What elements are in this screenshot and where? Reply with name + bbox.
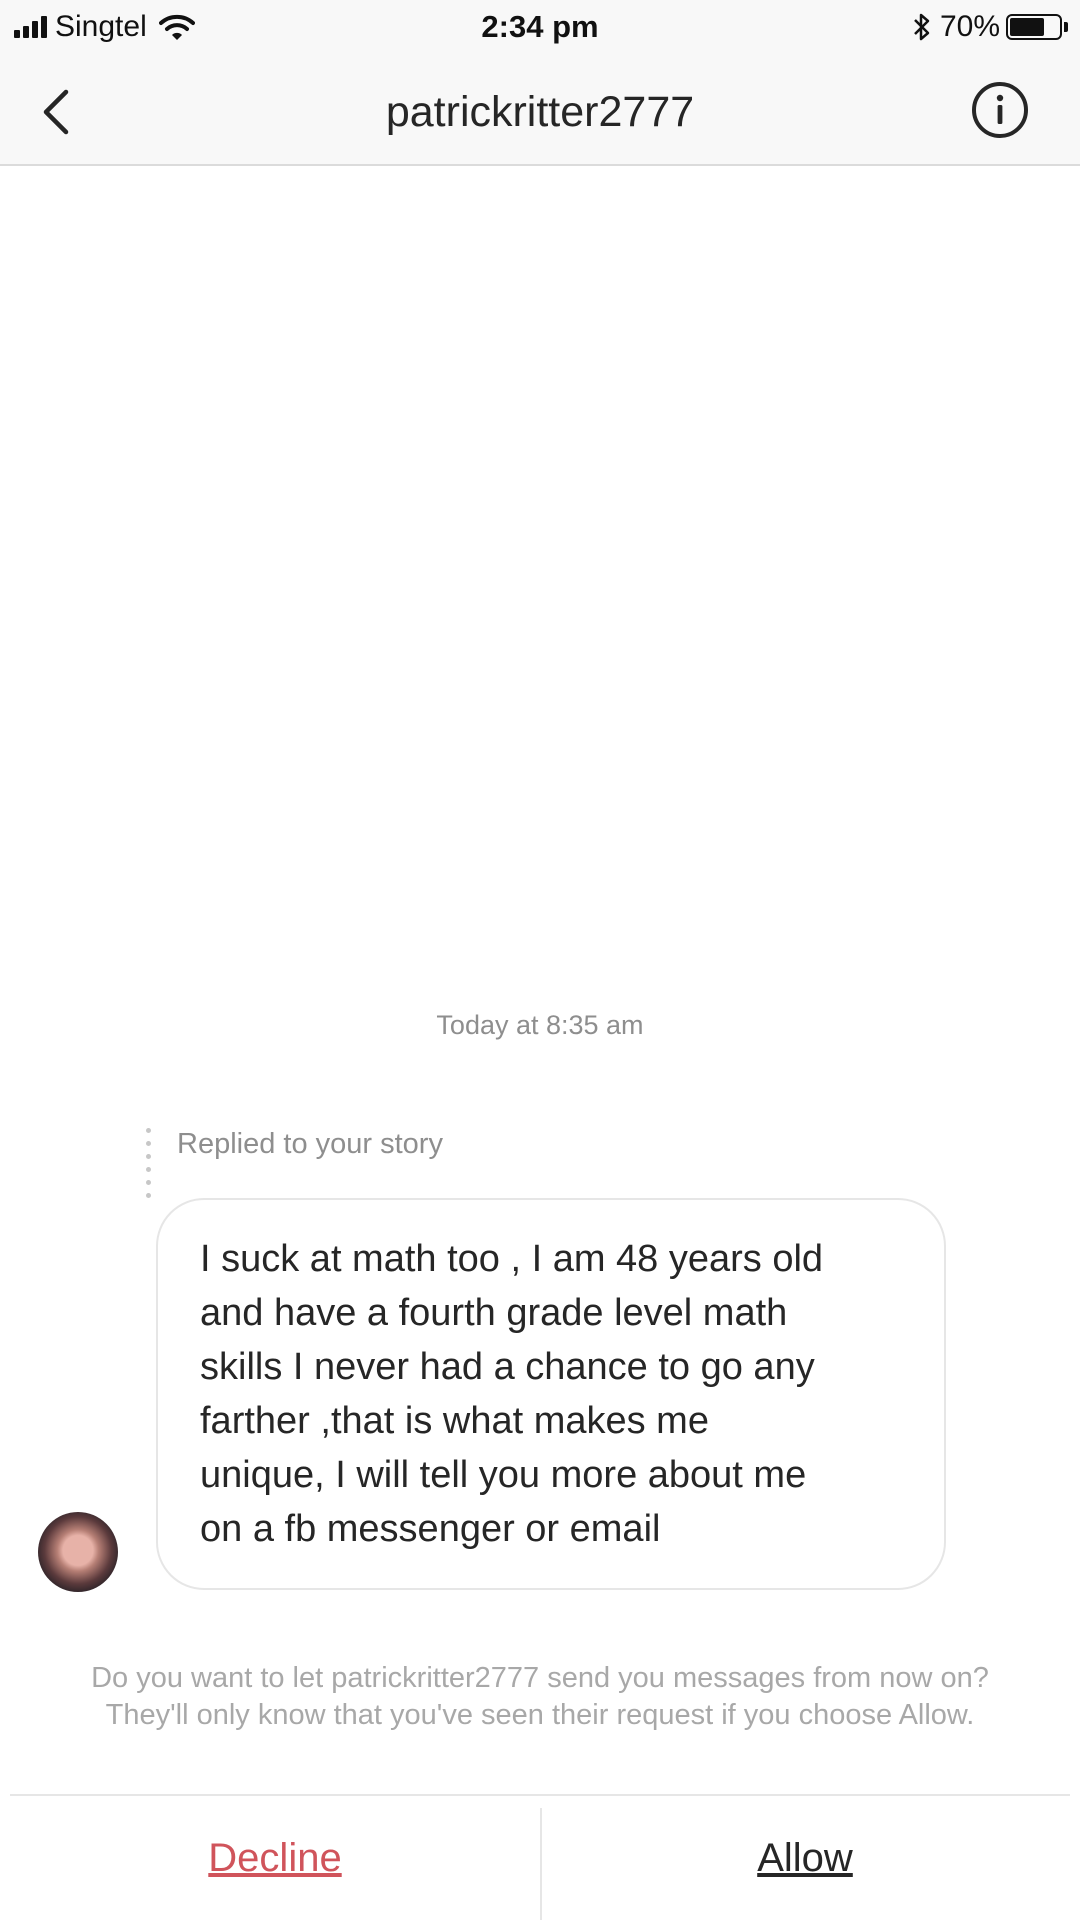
battery-level-fill <box>1010 18 1044 36</box>
message-text: I suck at math too , I am 48 years old a… <box>200 1232 904 1556</box>
prompt-line: Do you want to let patrickritter2777 sen… <box>91 1662 989 1694</box>
message-timestamp: Today at 8:35 am <box>436 1010 644 1040</box>
message-line: farther ,that is what makes me <box>200 1400 709 1442</box>
allow-button[interactable]: Allow <box>540 1796 1070 1920</box>
navigation-bar: patrickritter2777 <box>0 54 1080 166</box>
prompt-line: They'll only know that you've seen their… <box>105 1699 975 1731</box>
message-request-prompt: Do you want to let patrickritter2777 sen… <box>0 1660 1080 1734</box>
story-reply-text: Replied to your story <box>177 1128 443 1160</box>
message-line: skills I never had a chance to go any <box>200 1346 815 1388</box>
message-line: and have a fourth grade level math <box>200 1292 788 1334</box>
vertical-dots-icon <box>146 1126 151 1198</box>
status-bar: Singtel 2:34 pm 70% <box>0 0 1080 54</box>
message-line: on a fb messenger or email <box>200 1508 661 1550</box>
decline-button[interactable]: Decline <box>10 1796 540 1920</box>
battery-icon <box>1006 14 1062 40</box>
message-line: I suck at math too , I am 48 years old <box>200 1238 824 1280</box>
battery-percent: 70% <box>939 10 1000 43</box>
info-circle-icon[interactable] <box>970 80 1030 140</box>
bluetooth-icon <box>914 13 930 41</box>
avatar[interactable] <box>38 1512 118 1592</box>
status-right: 70% <box>912 8 1068 46</box>
story-reply-label[interactable]: Replied to your story <box>146 1126 443 1198</box>
message-bubble[interactable]: I suck at math too , I am 48 years old a… <box>156 1198 946 1590</box>
message-line: unique, I will tell you more about me <box>200 1454 807 1496</box>
request-action-bar: Decline Allow <box>10 1794 1070 1920</box>
message-request-screen: Singtel 2:34 pm 70% patrickritter2777 To… <box>0 0 1080 1920</box>
battery-cap <box>1064 22 1068 32</box>
conversation-title[interactable]: patrickritter2777 <box>0 82 1080 142</box>
